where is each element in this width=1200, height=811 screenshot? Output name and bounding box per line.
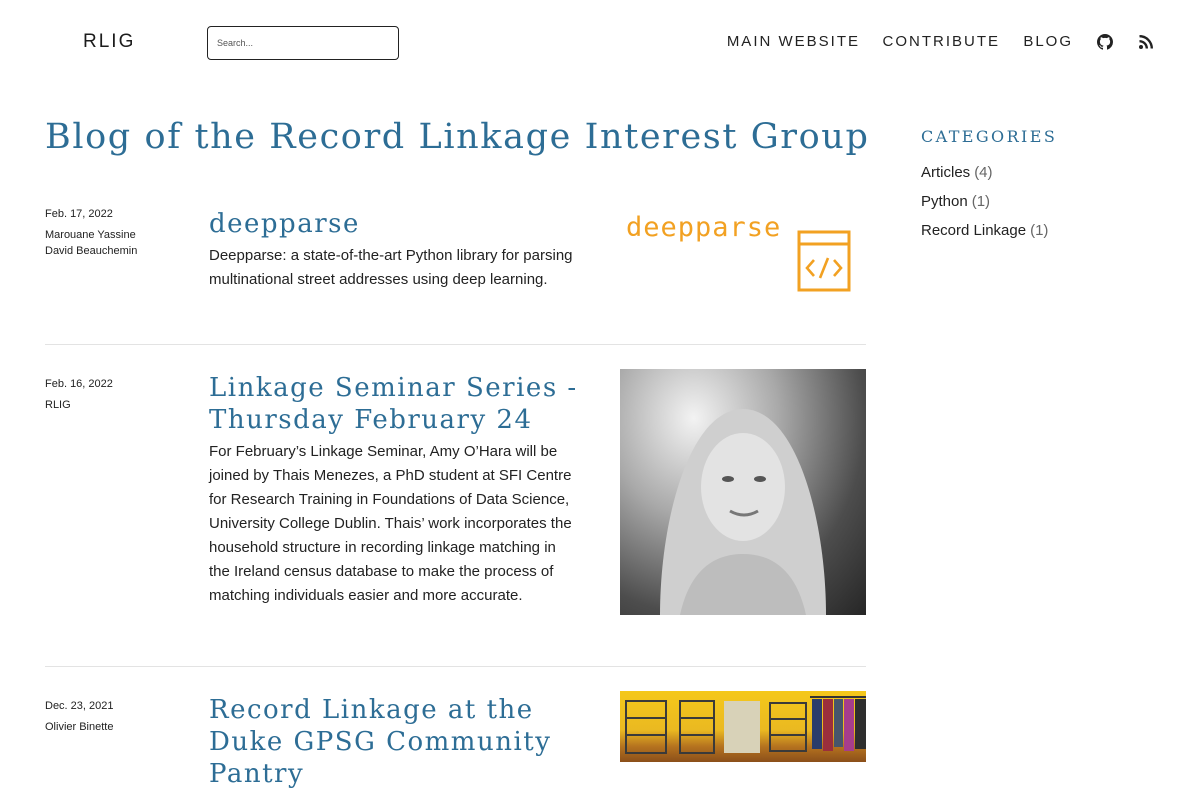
post-meta: Feb. 17, 2022 Marouane Yassine David Bea…: [45, 208, 195, 259]
post-title: Linkage Seminar Series - Thursday Februa…: [209, 373, 578, 435]
post-item: Feb. 17, 2022 Marouane Yassine David Bea…: [45, 208, 866, 318]
code-window-icon: [797, 230, 851, 292]
post-meta: Dec. 23, 2021 Olivier Binette: [45, 700, 195, 735]
post-title-link[interactable]: Linkage Seminar Series - Thursday Februa…: [209, 372, 579, 436]
categories-heading: CATEGORIES: [921, 127, 1058, 146]
category-articles[interactable]: Articles (4): [921, 158, 1151, 187]
post-author[interactable]: David Beauchemin: [45, 243, 195, 259]
post-title: Record Linkage at the Duke GPSG Communit…: [209, 695, 552, 789]
post-meta: Feb. 16, 2022 RLIG: [45, 378, 195, 413]
category-label: Articles: [921, 164, 971, 181]
post-authors: RLIG: [45, 397, 195, 413]
post-title-link[interactable]: Record Linkage at the Duke GPSG Communit…: [209, 694, 579, 790]
post-body: deepparse Deepparse: a state-of-the-art …: [209, 208, 579, 292]
post-divider: [45, 666, 866, 667]
post-body: Linkage Seminar Series - Thursday Februa…: [209, 372, 579, 608]
nav-main-website[interactable]: MAIN WEBSITE: [727, 33, 860, 50]
post-authors: Marouane Yassine David Beauchemin: [45, 227, 195, 259]
category-count: (4): [974, 164, 993, 181]
post-title: deepparse: [209, 209, 360, 239]
post-thumbnail-deepparse[interactable]: deepparse: [620, 208, 866, 298]
page-title: Blog of the Record Linkage Interest Grou…: [45, 117, 870, 157]
post-divider: [45, 344, 866, 345]
post-date: Feb. 17, 2022: [45, 208, 113, 220]
post-author[interactable]: RLIG: [45, 397, 195, 413]
deepparse-logo-text: deepparse: [626, 212, 782, 243]
post-item: Dec. 23, 2021 Olivier Binette Record Lin…: [45, 691, 866, 811]
post-excerpt: Deepparse: a state-of-the-art Python lib…: [209, 247, 573, 288]
portrait-photo: [660, 409, 826, 615]
post-authors: Olivier Binette: [45, 719, 195, 735]
brand-link[interactable]: RLIG: [83, 31, 135, 53]
post-item: Feb. 16, 2022 RLIG Linkage Seminar Serie…: [45, 369, 866, 649]
category-record-linkage[interactable]: Record Linkage (1): [921, 216, 1151, 245]
nav-blog[interactable]: BLOG: [1023, 33, 1073, 50]
category-count: (1): [971, 193, 991, 210]
post-author[interactable]: Marouane Yassine: [45, 227, 195, 243]
top-navbar: RLIG MAIN WEBSITE CONTRIBUTE BLOG: [0, 0, 1200, 86]
post-author[interactable]: Olivier Binette: [45, 719, 195, 735]
post-title-link[interactable]: deepparse: [209, 208, 579, 240]
post-thumbnail-pantry[interactable]: [620, 691, 866, 762]
post-body: Record Linkage at the Duke GPSG Communit…: [209, 694, 579, 790]
post-date: Feb. 16, 2022: [45, 378, 113, 390]
github-icon[interactable]: [1097, 34, 1113, 50]
pantry-photo: [625, 696, 866, 754]
post-thumbnail-portrait[interactable]: [620, 369, 866, 615]
category-count: (1): [1030, 222, 1049, 239]
nav-contribute[interactable]: CONTRIBUTE: [883, 33, 1001, 50]
category-python[interactable]: Python (1): [921, 187, 1151, 216]
rss-icon[interactable]: [1138, 34, 1154, 50]
main-nav: MAIN WEBSITE CONTRIBUTE BLOG: [727, 33, 1200, 53]
post-date: Dec. 23, 2021: [45, 700, 114, 712]
categories-sidebar: CATEGORIES Articles (4) Python (1) Record …: [921, 127, 1151, 245]
category-label: Python: [921, 193, 968, 210]
post-excerpt: For February’s Linkage Seminar, Amy O’Ha…: [209, 443, 572, 604]
category-label: Record Linkage: [921, 222, 1027, 239]
search-input[interactable]: [207, 26, 399, 60]
